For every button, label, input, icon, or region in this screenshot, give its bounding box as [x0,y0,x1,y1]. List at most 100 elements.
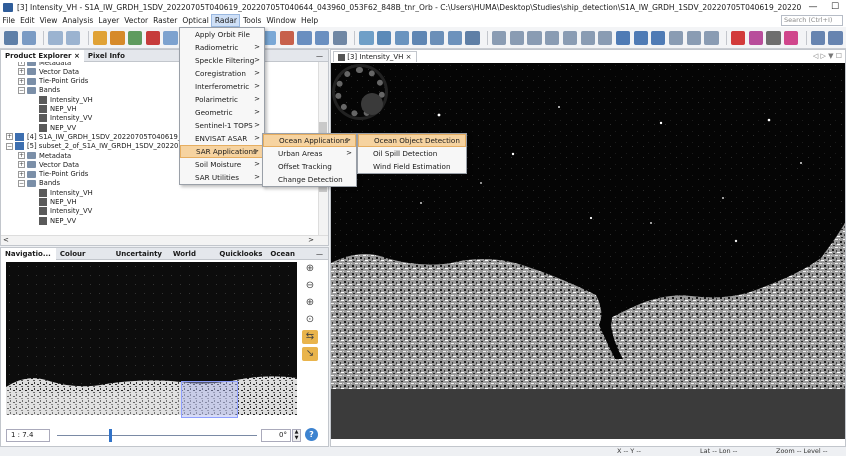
menu-item-envisat-asar[interactable]: ENVISAT ASAR > [180,132,264,145]
zoom-tool-icon[interactable] [527,30,542,45]
band-select-icon[interactable] [465,30,480,45]
minimize-panel-button[interactable]: — [316,250,323,258]
gcp-tool-icon[interactable] [447,30,462,45]
expand-toggle-icon[interactable]: + [18,152,25,159]
zoom-in-icon[interactable]: ⊕ [302,262,318,276]
tab-uncertainty[interactable]: Uncertainty ... [112,248,169,270]
expand-toggle-icon[interactable]: − [18,179,25,187]
menu-vector[interactable]: Vector [122,14,151,27]
tab-intensity-vh[interactable]: [3] Intensity_VH × [333,51,417,62]
pin-tool-icon[interactable] [545,30,560,45]
tree-item-metadata[interactable]: + Metadata [18,151,71,160]
tree-item-intensity-vv[interactable]: Intensity_VV [30,207,92,216]
sync-cursor-icon[interactable] [810,30,825,45]
menu-item-wind-field-estimation[interactable]: Wind Field Estimation [358,160,466,173]
close-icon[interactable]: × [406,53,412,61]
expand-toggle-icon[interactable]: + [18,170,25,178]
expand-toggle-icon[interactable]: + [18,161,25,169]
viewport-rectangle[interactable] [181,381,238,418]
tree-item-vector-data[interactable]: + Vector Data [18,67,79,76]
zoom-out-icon[interactable]: ⊖ [302,279,318,293]
tree-item-nep-vv[interactable]: NEP_VV [30,123,76,132]
tab-controls[interactable]: ◁ ▷ ▼ ☐ [813,51,842,62]
menu-item-ocean-applications[interactable]: Ocean Applications > [263,134,356,147]
spectrum-view-icon[interactable] [145,30,160,45]
menu-tools[interactable]: Tools [240,14,263,27]
tree-item-nep-vv[interactable]: NEP_VV [30,216,76,225]
zoom-slider-thumb[interactable] [109,429,112,442]
rectangle-tool-icon[interactable] [615,30,631,45]
zoom-pixel-icon[interactable]: ⊕ [302,296,318,310]
menu-item-change-detection[interactable]: Change Detection [263,173,356,186]
range-finder-icon[interactable] [686,30,701,45]
open-product-icon[interactable] [4,30,19,45]
statistics-icon[interactable] [332,30,347,45]
pan-tool-icon[interactable] [509,30,524,45]
tree-item-nep-vh[interactable]: NEP_VH [30,105,77,114]
zoom-all-icon[interactable]: ⊙ [302,313,318,327]
navigation-wheel-center[interactable] [361,93,383,115]
menu-radar[interactable]: Radar [211,14,241,27]
menu-raster[interactable]: Raster [151,14,180,27]
tab-colour-manipulation[interactable]: Colour Mani... [56,248,112,270]
tab-world-view[interactable]: World View [169,248,216,270]
draw-tool-icon[interactable] [704,30,719,45]
polyline-tool-icon[interactable] [598,30,613,45]
maximize-button[interactable]: ☐ [824,2,846,12]
rotation-angle-field[interactable]: 0° [261,429,291,442]
graph-builder-icon[interactable] [110,30,125,45]
tab-product-explorer[interactable]: Product Explorer × [1,49,84,62]
menu-edit[interactable]: Edit [18,14,38,27]
menu-view[interactable]: View [37,14,60,27]
tree-item-vector-data[interactable]: + Vector Data [18,160,79,169]
graph-icon[interactable] [359,30,374,45]
menu-optical[interactable]: Optical [180,14,212,27]
pin-manager-icon[interactable] [279,30,294,45]
menu-item-geometric[interactable]: Geometric > [180,106,264,119]
menu-item-urban-areas[interactable]: Urban Areas > [263,147,356,160]
gcp-placing-icon[interactable] [562,30,578,45]
tree-item-bands[interactable]: − Bands [18,179,60,188]
expand-toggle-icon[interactable]: + [18,68,25,76]
tree-item-tie-point-grids[interactable]: + Tie-Point Grids [18,170,88,179]
tree-item-metadata[interactable]: + Metadata [18,62,71,67]
navigation-overview-image[interactable] [6,262,297,418]
binary-icon[interactable] [766,30,781,45]
settings-icon[interactable] [163,30,178,45]
tree-item-5-subset-2-of-s1a-iw-grdh-1sdv-20220705t04[interactable]: − [5] subset_2_of_S1A_IW_GRDH_1SDV_202207… [6,142,204,151]
tab-navigation[interactable]: Navigatio... × [1,247,56,270]
tree-item-intensity-vh[interactable]: Intensity_VH [30,95,93,104]
tab-quicklooks[interactable]: Quicklooks [215,248,266,260]
magic-wand-icon[interactable] [668,30,684,45]
menu-layer[interactable]: Layer [96,14,122,27]
sync-view-icon[interactable] [828,30,843,45]
expand-toggle-icon[interactable]: − [6,142,13,150]
help-icon[interactable]: ? [305,428,318,441]
tree-item-bands[interactable]: − Bands [18,86,60,95]
menu-item-soil-moisture[interactable]: Soil Moisture > [180,158,264,171]
zoom-slider-track[interactable] [57,435,257,436]
tab-ocean-swell[interactable]: Ocean Swell [266,248,316,270]
line-tool-icon[interactable] [580,30,595,45]
expand-toggle-icon[interactable]: − [18,86,25,94]
band-maths-icon[interactable] [92,30,107,45]
menu-file[interactable]: File [0,14,18,27]
menu-item-interferometric[interactable]: Interferometric > [180,80,264,93]
menu-window[interactable]: Window [264,14,299,27]
scissors-icon[interactable] [748,30,763,45]
batch-icon[interactable] [377,30,392,45]
minimize-panel-button[interactable]: — [316,52,323,60]
sar-image-canvas[interactable] [331,63,845,439]
close-icon[interactable]: × [74,52,80,60]
menu-item-polarimetric[interactable]: Polarimetric > [180,93,264,106]
navigation-wheel-icon[interactable] [335,67,385,117]
menu-item-oil-spill-detection[interactable]: Oil Spill Detection [358,147,466,160]
menu-item-ocean-object-detection[interactable]: Ocean Object Detection [358,134,466,147]
tree-item-nep-vh[interactable]: NEP_VH [30,198,77,207]
tree-item-tie-point-grids[interactable]: + Tie-Point Grids [18,77,88,86]
undo-icon[interactable] [48,30,63,45]
menu-item-radiometric[interactable]: Radiometric > [180,41,264,54]
batch-processing-icon[interactable] [128,30,143,45]
gcp-icon[interactable] [430,30,445,45]
sync-views-icon[interactable]: ⇆ [302,330,318,344]
